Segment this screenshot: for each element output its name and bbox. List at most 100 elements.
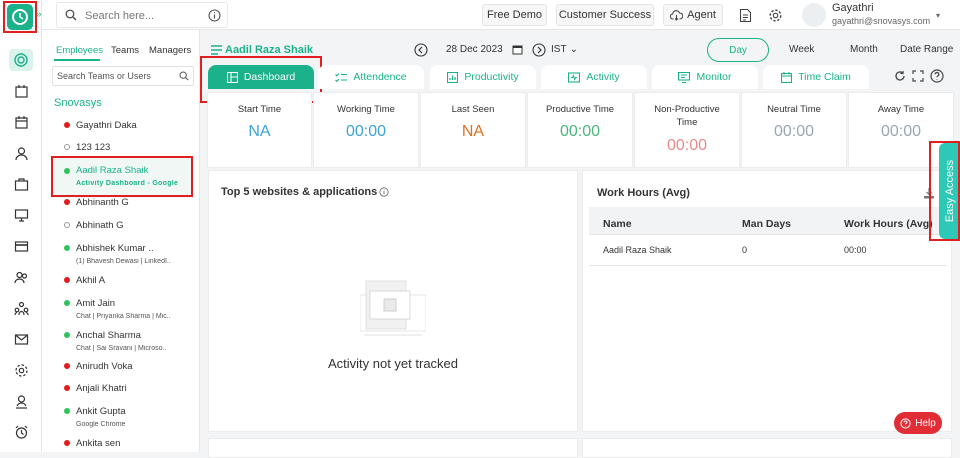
tab-employees[interactable]: Employees <box>56 45 103 56</box>
stat-last-seen: Last Seen NA <box>420 92 526 168</box>
status-dot <box>64 245 70 251</box>
employee-activity: Chat | Priyanka Sharma | Mic.. <box>76 313 171 320</box>
stat-label: Neutral Time <box>767 104 821 115</box>
info-icon[interactable] <box>379 187 389 197</box>
range-day[interactable]: Day <box>707 38 769 62</box>
status-dot <box>64 144 70 150</box>
employee-activity: (1) Bhavesh Dewasi | LinkedI.. <box>76 258 171 265</box>
tab-label: Time Claim <box>798 71 851 83</box>
menu-icon[interactable] <box>211 45 222 55</box>
avatar[interactable] <box>802 3 826 27</box>
tab-label: Activity <box>586 71 620 83</box>
settings-icon[interactable] <box>9 359 33 381</box>
panel-title: Work Hours (Avg) <box>597 187 690 199</box>
tab-productivity[interactable]: Productivity <box>430 65 536 89</box>
alarm-icon[interactable] <box>9 421 33 443</box>
free-demo-button[interactable]: Free Demo <box>482 4 547 26</box>
stat-label: Last Seen <box>451 104 495 115</box>
document-icon[interactable] <box>736 6 754 24</box>
status-dot <box>64 440 70 446</box>
tab-time-claim[interactable]: Time Claim <box>763 65 869 89</box>
fullscreen-icon[interactable] <box>912 70 924 82</box>
range-month[interactable]: Month <box>850 44 878 55</box>
tab-monitor[interactable]: Monitor <box>652 65 758 89</box>
top5-panel: Top 5 websites & applications Activity n… <box>208 170 578 432</box>
bottom-panel-left <box>208 438 578 458</box>
search-input[interactable] <box>85 7 195 25</box>
employee-item[interactable]: Amit Jain Chat | Priyanka Sharma | Mic.. <box>58 295 198 325</box>
users-icon[interactable] <box>9 266 33 288</box>
employee-item[interactable]: Anirudh Voka <box>58 359 198 375</box>
work-hours-panel: Work Hours (Avg) <box>582 170 952 432</box>
chevron-down-icon[interactable]: ▾ <box>936 11 940 20</box>
range-date-range[interactable]: Date Range <box>900 44 953 55</box>
employee-name: Abhinanth G <box>76 197 129 208</box>
chevron-left-icon[interactable] <box>414 43 428 57</box>
team-search[interactable] <box>52 66 194 86</box>
tab-label: Attendence <box>353 71 407 83</box>
card-icon[interactable] <box>9 235 33 257</box>
employee-name: Anchal Sharma <box>76 330 141 341</box>
tab-activity[interactable]: Activity <box>541 65 647 89</box>
employee-item[interactable]: Anjali Khatri <box>58 381 198 397</box>
inbox-icon[interactable] <box>9 80 33 102</box>
mail-icon[interactable] <box>9 328 33 350</box>
help-icon[interactable] <box>930 69 944 83</box>
refresh-icon[interactable] <box>894 70 906 82</box>
org-icon[interactable] <box>9 297 33 319</box>
employee-item[interactable]: Ankit Gupta Google Chrome <box>58 403 198 433</box>
gear-icon[interactable] <box>766 6 784 24</box>
top-bar: Free Demo Customer Success Agent Gayathr… <box>42 0 960 30</box>
employee-item[interactable]: Akhil A <box>58 273 198 289</box>
range-week[interactable]: Week <box>789 44 814 55</box>
tab-teams[interactable]: Teams <box>111 45 139 56</box>
employee-item[interactable]: Ankita sen <box>58 436 198 452</box>
tab-label: Productivity <box>464 71 519 83</box>
logo-highlight-box <box>3 1 37 33</box>
checklist-icon <box>335 72 348 83</box>
employee-item[interactable]: Abhinath G <box>58 218 198 234</box>
empty-state-text: Activity not yet tracked <box>327 356 459 371</box>
employee-item[interactable]: Abhinanth G <box>58 195 198 211</box>
org-name[interactable]: Snovasys <box>54 97 102 109</box>
employee-item[interactable]: Abhishek Kumar .. (1) Bhavesh Dewasi | L… <box>58 240 198 270</box>
status-dot <box>64 363 70 369</box>
briefcase-icon[interactable] <box>9 173 33 195</box>
monitor-icon[interactable] <box>9 204 33 226</box>
tab-attendence[interactable]: Attendence <box>318 65 424 89</box>
calendar-icon[interactable] <box>512 44 523 55</box>
employee-item[interactable]: 123 123 <box>58 140 198 156</box>
panel-title: Top 5 websites & applications <box>221 186 378 198</box>
tab-managers[interactable]: Managers <box>149 45 191 56</box>
employee-highlight-box <box>51 156 193 197</box>
calendar-icon[interactable] <box>9 111 33 133</box>
employee-item[interactable]: Anchal Sharma Chat | Sai Sravani | Micro… <box>58 327 198 357</box>
stat-value: NA <box>248 123 271 140</box>
cell-man-days: 0 <box>742 245 748 255</box>
stat-label: Away Time <box>877 104 925 115</box>
stat-value: 00:00 <box>345 123 387 140</box>
info-icon[interactable] <box>208 9 221 22</box>
monitor-icon <box>678 71 691 83</box>
chevron-right-icon[interactable] <box>532 43 546 57</box>
target-icon[interactable] <box>9 49 33 71</box>
person-icon[interactable] <box>9 390 33 412</box>
help-button[interactable]: Help <box>894 412 942 434</box>
expand-chevron-icon[interactable]: » <box>36 9 42 20</box>
stat-value: 00:00 <box>880 123 922 140</box>
customer-success-button[interactable]: Customer Success <box>556 4 654 26</box>
user-icon[interactable] <box>9 142 33 164</box>
global-search[interactable] <box>56 2 228 28</box>
column-header-man-days: Man Days <box>742 218 792 230</box>
team-search-input[interactable] <box>57 69 175 83</box>
employee-name: Ankita sen <box>76 438 121 449</box>
date-label[interactable]: 28 Dec 2023 <box>446 44 503 55</box>
employee-item[interactable]: Gayathri Daka <box>58 118 198 134</box>
employee-name: Anirudh Voka <box>76 361 133 372</box>
timezone-select[interactable]: IST ⌄ <box>551 44 578 55</box>
chart-icon <box>447 71 459 83</box>
status-dot <box>64 199 70 205</box>
agent-button[interactable]: Agent <box>663 4 723 26</box>
cell-work-hours: 00:00 <box>844 245 867 255</box>
status-dot <box>64 122 70 128</box>
